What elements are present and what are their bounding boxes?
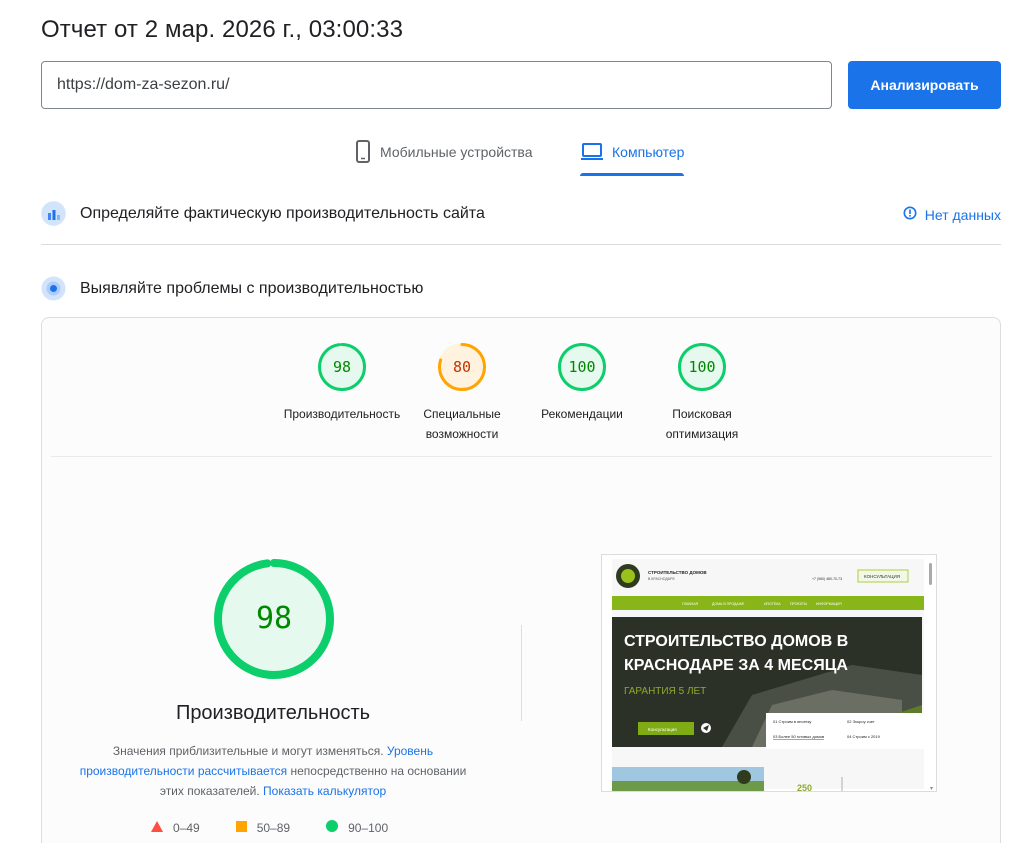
report-title: Отчет от 2 мар. 2026 г., 03:00:33 xyxy=(41,16,404,43)
card-divider xyxy=(51,456,992,457)
triangle-icon xyxy=(151,820,163,835)
score-legend: 0–49 50–89 90–100 xyxy=(151,820,388,835)
accessibility-label: Специальные возможности xyxy=(423,407,501,441)
performance-big-label: Производительность xyxy=(175,702,371,724)
field-data-section: Определяйте фактическую производительнос… xyxy=(41,201,485,226)
info-icon xyxy=(903,206,917,223)
seo-score: 100 xyxy=(688,358,716,376)
lab-data-title: Выявляйте проблемы с производительностью xyxy=(80,279,424,297)
analyze-button[interactable]: Анализировать xyxy=(848,61,1001,109)
shot-hero-sub: ГАРАНТИЯ 5 ЛЕТ xyxy=(624,686,706,697)
tab-desktop-label: Компьютер xyxy=(612,144,685,160)
category-performance[interactable]: 98 Производительность xyxy=(282,342,402,424)
show-calculator-link[interactable]: Показать калькулятор xyxy=(263,784,386,798)
shot-hero-title-1: СТРОИТЕЛЬСТВО ДОМОВ В xyxy=(624,633,848,650)
shot-nav-4: ИНФОРМАЦИЯ xyxy=(816,602,842,606)
performance-gauge: 98 xyxy=(317,342,367,392)
phone-icon xyxy=(354,138,372,167)
performance-label: Производительность xyxy=(283,407,401,421)
field-data-icon xyxy=(41,201,66,226)
shot-consult-btn: КОНСУЛЬТАЦИЯ xyxy=(864,574,900,579)
shot-fact-2: 03 Более 50 готовых домов xyxy=(773,734,824,739)
vertical-separator xyxy=(521,625,522,721)
best-practices-label: Рекомендации xyxy=(541,407,623,421)
no-data-label: Нет данных xyxy=(924,206,1001,223)
seo-gauge: 100 xyxy=(677,342,727,392)
shot-nav-3: ПРОЕКТЫ xyxy=(790,602,807,606)
shot-fact-0: 01 Строим в ипотеку xyxy=(773,719,811,724)
accessibility-gauge: 80 xyxy=(437,342,487,392)
category-accessibility[interactable]: 80 Специальные возможности xyxy=(402,342,522,444)
section-divider xyxy=(41,244,1001,245)
shot-fact-1: 02 Эскроу счет xyxy=(847,719,875,724)
best-practices-gauge: 100 xyxy=(557,342,607,392)
shot-brand-1: СТРОИТЕЛЬСТВО ДОМОВ xyxy=(648,570,707,575)
performance-big-score: 98 xyxy=(255,601,293,636)
tab-desktop[interactable]: Компьютер xyxy=(580,138,685,176)
category-best-practices[interactable]: 100 Рекомендации xyxy=(522,342,642,424)
shot-nav-1: ДОМА В ПРОДАЖЕ xyxy=(712,602,745,606)
seo-label: Поисковая оптимизация xyxy=(665,407,739,441)
shot-brand-2: В КРАСНОДАРЕ xyxy=(648,577,675,581)
no-data-link[interactable]: Нет данных xyxy=(903,206,1001,223)
legend-fail: 0–49 xyxy=(151,820,200,835)
report-card: 98 Производительность 80 Специальные воз… xyxy=(41,317,1001,843)
shot-hero-title-2: КРАСНОДАРЕ ЗА 4 МЕСЯЦА xyxy=(624,657,848,674)
shot-bottom-num: 250 xyxy=(797,783,812,792)
tab-mobile[interactable]: Мобильные устройства xyxy=(354,138,533,176)
performance-score: 98 xyxy=(332,358,352,376)
square-icon xyxy=(235,820,247,835)
legend-average: 50–89 xyxy=(235,820,291,835)
legend-average-range: 50–89 xyxy=(256,820,291,835)
performance-description: Значения приблизительные и могут изменят… xyxy=(72,741,474,801)
page-screenshot: СТРОИТЕЛЬСТВО ДОМОВ В КРАСНОДАРЕ +7 (960… xyxy=(601,554,937,792)
shot-nav-2: ИПОТЕКА xyxy=(764,602,781,606)
desc-text-start: Значения приблизительные и могут изменят… xyxy=(112,744,387,758)
shot-hero-btn: Консультация xyxy=(648,727,677,732)
category-seo[interactable]: 100 Поисковая оптимизация xyxy=(642,342,762,444)
field-data-title: Определяйте фактическую производительнос… xyxy=(80,204,485,222)
lab-data-section: Выявляйте проблемы с производительностью xyxy=(41,276,423,301)
shot-fact-3: 04 Строим с 2019 xyxy=(847,734,881,739)
lab-data-icon xyxy=(41,276,66,301)
shot-nav-0: ГЛАВНАЯ xyxy=(682,602,699,606)
url-input[interactable] xyxy=(41,61,832,109)
legend-pass-range: 90–100 xyxy=(348,820,389,835)
circle-icon xyxy=(326,820,339,835)
laptop-icon xyxy=(580,138,604,165)
legend-pass: 90–100 xyxy=(326,820,388,835)
shot-phone: +7 (960) 480-70-73 xyxy=(812,577,842,581)
tab-mobile-label: Мобильные устройства xyxy=(380,144,533,160)
best-practices-score: 100 xyxy=(568,358,596,376)
legend-fail-range: 0–49 xyxy=(173,820,200,835)
accessibility-score: 80 xyxy=(452,358,472,376)
